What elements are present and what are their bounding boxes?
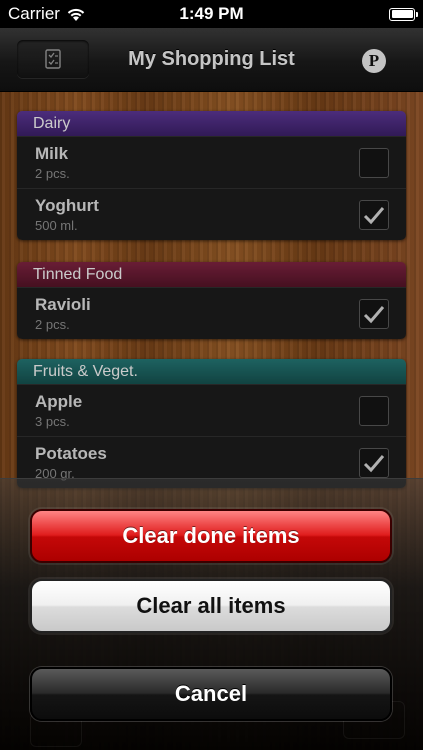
- status-bar: Carrier 1:49 PM: [0, 0, 423, 28]
- wifi-icon: [67, 8, 85, 21]
- action-sheet: Clear done items Clear all items Cancel: [0, 478, 423, 750]
- battery-icon: [389, 7, 418, 21]
- clear-all-items-button[interactable]: Clear all items: [30, 579, 392, 633]
- clear-done-items-button[interactable]: Clear done items: [30, 509, 392, 563]
- status-left: Carrier: [8, 4, 86, 24]
- carrier-label: Carrier: [8, 4, 60, 23]
- cancel-button[interactable]: Cancel: [30, 667, 392, 721]
